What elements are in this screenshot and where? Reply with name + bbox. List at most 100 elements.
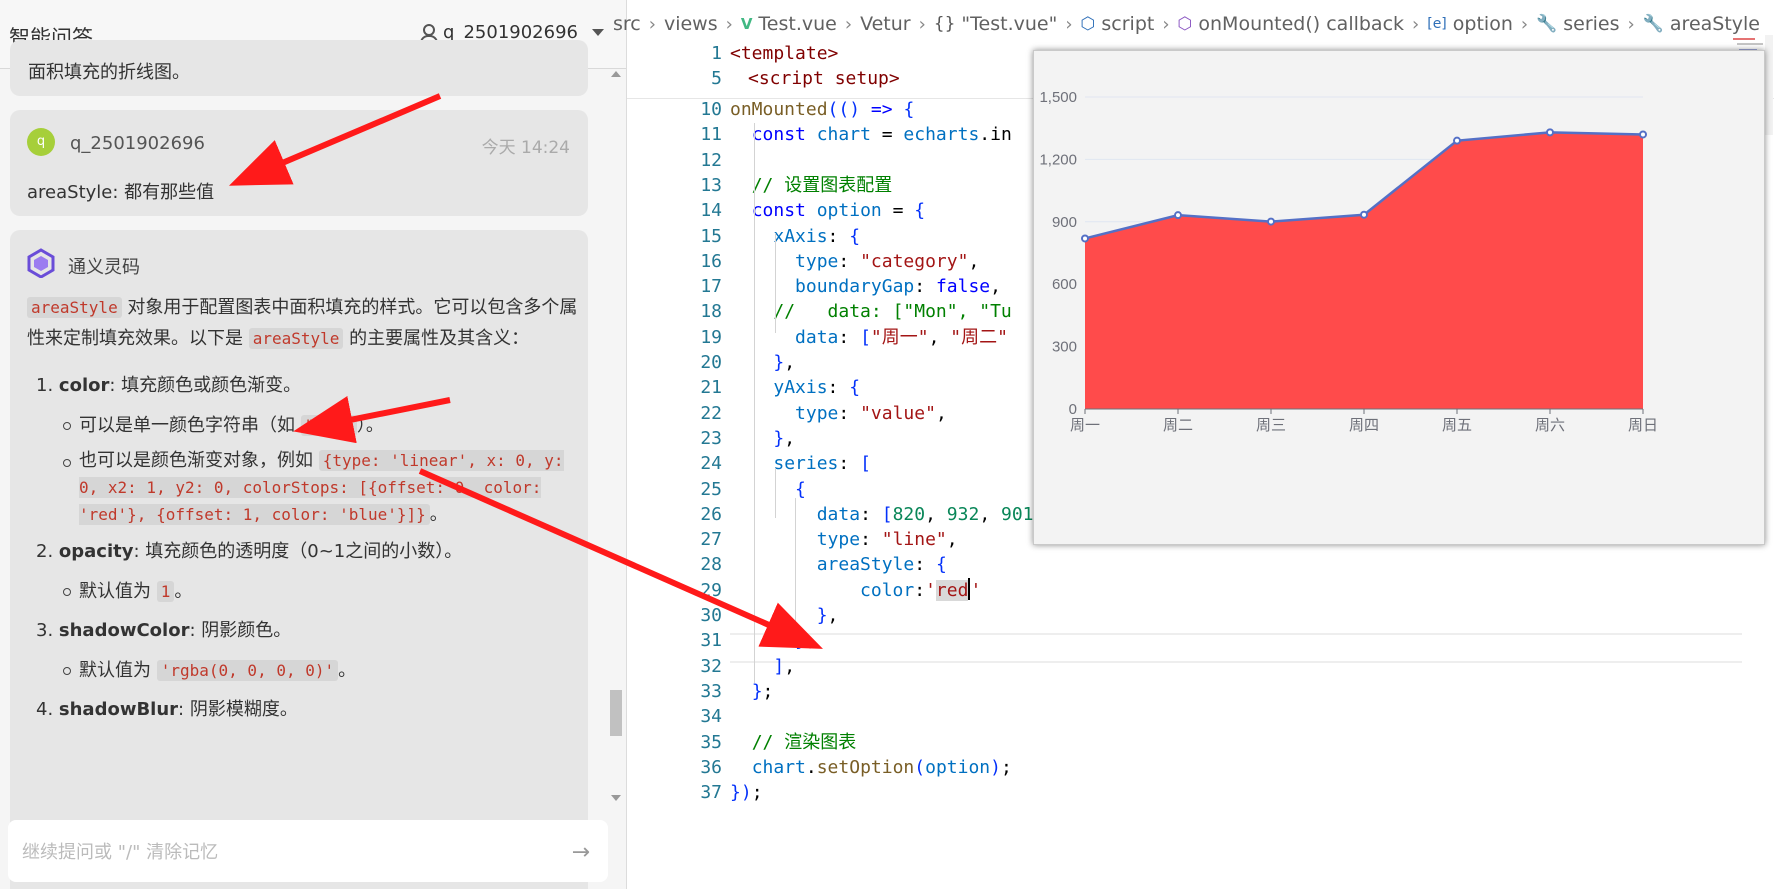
wrench-icon: 🔧 <box>1642 14 1664 34</box>
line-number: 16 <box>700 250 722 272</box>
chevron-right-icon: › <box>1162 13 1170 35</box>
x-tick-label: 周二 <box>1163 417 1193 434</box>
breadcrumb-item[interactable]: Vetur <box>860 13 911 35</box>
chevron-right-icon: › <box>1065 13 1073 35</box>
line-number: 19 <box>700 326 722 348</box>
line-number: 11 <box>700 124 722 146</box>
method-cube-icon: ⬡ <box>1177 14 1193 34</box>
data-point <box>1639 130 1647 139</box>
intro-text: 的主要属性及其含义： <box>343 328 530 349</box>
breadcrumb-item[interactable]: src <box>613 13 641 35</box>
inline-code: areaStyle <box>27 297 122 318</box>
code-text: yAxis: { <box>773 377 861 399</box>
line-number: 18 <box>700 301 722 323</box>
avatar: q <box>27 128 55 156</box>
line-number: 10 <box>700 99 722 120</box>
sub-item-text: 。 <box>174 581 193 602</box>
code-text: type: "category", <box>795 250 980 272</box>
breadcrumb-label: option <box>1452 13 1513 35</box>
breadcrumb-item[interactable]: [e] option <box>1427 13 1513 35</box>
line-number: 24 <box>700 453 722 475</box>
code-line[interactable]: 37}); <box>627 779 1774 807</box>
property-name: shadowColor <box>58 620 190 641</box>
code-text: <template> <box>730 43 839 64</box>
code-text: type: "value", <box>795 402 947 424</box>
y-tick-label: 1,500 <box>1039 89 1077 106</box>
vue-icon: V <box>740 15 753 33</box>
breadcrumb-item[interactable]: views <box>664 13 718 35</box>
scroll-down-icon[interactable] <box>611 795 621 801</box>
code-text: }; <box>751 680 774 702</box>
line-number: 12 <box>700 149 722 171</box>
send-arrow-icon[interactable]: → <box>572 840 590 865</box>
property-desc: : 阴影模糊度。 <box>178 699 298 720</box>
inline-code: 'rgba(0, 0, 0, 0)' <box>156 660 339 681</box>
line-number: 28 <box>700 554 722 576</box>
chat-input[interactable] <box>20 838 524 866</box>
property-name: shadowBlur <box>58 699 179 720</box>
chevron-right-icon: › <box>648 13 656 35</box>
breadcrumb-item[interactable]: 🔧 areaStyle <box>1643 13 1760 35</box>
line-number: 13 <box>700 174 722 196</box>
code-line[interactable]: 35 // 渲染图表 <box>627 729 1774 757</box>
chevron-right-icon: › <box>844 13 853 35</box>
indent-guide <box>775 233 776 333</box>
x-tick-label: 周一 <box>1070 417 1100 434</box>
breadcrumb-item[interactable]: {} "Test.vue" <box>934 13 1058 35</box>
line-number: 33 <box>700 680 722 702</box>
code-text: series: [ <box>773 453 871 475</box>
line-number: 31 <box>700 630 722 652</box>
code-text: data: ["周一", "周二" <box>795 326 1008 348</box>
code-text: areaStyle: { <box>816 554 947 576</box>
sub-list-item: 默认值为 1。 <box>27 576 579 607</box>
line-number: 5 <box>711 68 722 89</box>
x-tick-label: 周四 <box>1349 417 1379 434</box>
previous-message-text: 面积填充的折线图。 <box>28 62 190 83</box>
chevron-right-icon: › <box>725 13 733 35</box>
code-line[interactable]: 31 }, <box>627 627 1774 655</box>
data-point <box>1267 217 1275 226</box>
code-line[interactable]: 32 ], <box>627 653 1774 681</box>
code-text: chart.setOption(option); <box>751 756 1012 778</box>
code-text: }, <box>795 630 817 652</box>
list-number: 2. <box>36 541 59 562</box>
x-tick-label: 周五 <box>1442 417 1472 434</box>
sub-item-text: 也可以是颜色渐变对象，例如 <box>79 450 319 471</box>
line-number: 32 <box>700 655 722 677</box>
line-number: 29 <box>700 579 722 601</box>
code-line[interactable]: 30 }, <box>627 602 1774 630</box>
breadcrumb-label: onMounted() callback <box>1198 13 1405 35</box>
inline-code: "red" <box>300 415 357 436</box>
chat-scrollbar[interactable] <box>607 65 623 805</box>
code-line[interactable]: 36 chart.setOption(option); <box>627 754 1774 782</box>
breadcrumb-item[interactable]: V Test.vue <box>741 13 837 35</box>
line-number: 36 <box>700 756 722 778</box>
code-line[interactable]: 29 color:'red ' <box>627 577 1774 605</box>
code-line[interactable]: 33 }; <box>627 678 1774 706</box>
chart-preview-window: 0 300 600 900 1,200 1,500 周一 周二 周三 周四 周五 周六 周日 <box>1033 50 1765 545</box>
breadcrumb-item[interactable]: 🔧 series <box>1536 13 1619 35</box>
scroll-thumb[interactable] <box>610 690 622 736</box>
code-text: // data: ["Mon", "Tu <box>773 301 1012 323</box>
chat-input-box: → <box>8 820 608 882</box>
breadcrumb-item[interactable]: ⬡ script <box>1081 13 1155 35</box>
tongyi-logo-icon <box>27 248 55 278</box>
property-desc: : 填充颜色或颜色渐变。 <box>109 375 302 396</box>
code-line[interactable]: 28 areaStyle: { <box>627 551 1774 579</box>
braces-icon: {} <box>933 14 956 34</box>
line-number: 27 <box>700 529 722 551</box>
code-text: }, <box>773 352 796 373</box>
list-number: 1. <box>36 375 59 396</box>
indent-guide <box>795 498 796 648</box>
breadcrumb-item[interactable]: ⬡ onMounted() callback <box>1178 13 1404 35</box>
scroll-up-icon[interactable] <box>611 71 621 77</box>
breadcrumb-label: areaStyle <box>1669 13 1760 35</box>
wrench-icon: 🔧 <box>1536 14 1558 34</box>
code-line[interactable]: 34 <box>627 703 1774 731</box>
code-text: const chart = echarts.in <box>751 124 1012 146</box>
breadcrumb-label: Test.vue <box>758 13 837 35</box>
y-tick-label: 0 <box>1069 401 1077 418</box>
code-text: color:'red ' <box>860 577 982 601</box>
x-tick-label: 周六 <box>1535 417 1565 434</box>
code-text: }, <box>773 427 796 449</box>
